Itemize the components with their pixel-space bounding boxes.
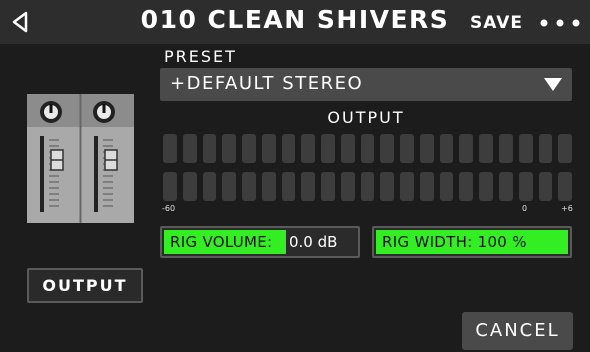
preset-label: PRESET (164, 47, 237, 66)
meter-segment (558, 134, 573, 163)
meter-segment (380, 134, 395, 163)
meter-segment (321, 172, 335, 201)
meter-segment (538, 134, 553, 163)
save-button[interactable]: SAVE (470, 13, 523, 33)
meter-segment (242, 134, 256, 163)
meter-segment (459, 134, 474, 163)
meter-segment (301, 172, 316, 201)
rig-width-label: RIG WIDTH: 100 % (382, 233, 527, 251)
rig-width-field[interactable]: RIG WIDTH: 100 % (372, 226, 572, 258)
meter-segment (380, 172, 395, 201)
output-button[interactable]: OUTPUT (27, 268, 143, 303)
meter-segment (518, 134, 533, 163)
meter-segment (538, 172, 553, 201)
dropdown-arrow-icon (544, 78, 562, 91)
meter-scale-zero: 0 (522, 204, 528, 213)
meter-segment (202, 134, 217, 163)
stereo-mixer-icon (27, 94, 134, 223)
meter-segment (360, 134, 375, 163)
meter-segment (321, 134, 335, 163)
meter-segment (261, 134, 276, 163)
meter-segment (281, 172, 296, 201)
meter-segment (182, 172, 197, 201)
meter-segment (261, 172, 276, 201)
meter-segment (419, 172, 434, 201)
rig-volume-value: 0.0 dB (289, 233, 338, 251)
rig-volume-field[interactable]: RIG VOLUME: 0.0 dB (160, 226, 360, 258)
preset-value: +DEFAULT STEREO (170, 73, 364, 94)
output-meter-left-channel (163, 134, 573, 163)
meter-segment (222, 172, 237, 201)
preset-dropdown[interactable]: +DEFAULT STEREO (160, 68, 572, 101)
meter-segment (301, 134, 316, 163)
meter-segment (499, 172, 513, 201)
meter-segment (518, 172, 533, 201)
header-bar: 010 CLEAN SHIVERS SAVE (0, 0, 590, 44)
meter-scale-min: -60 (162, 204, 176, 213)
meter-segment (400, 172, 414, 201)
meter-segment (400, 134, 414, 163)
meter-segment (439, 172, 454, 201)
meter-segment (222, 134, 237, 163)
meter-scale-max: +6 (561, 204, 573, 213)
meter-segment (182, 134, 197, 163)
meter-segment (439, 134, 454, 163)
meter-segment (459, 172, 474, 201)
output-meter-right-channel (163, 172, 573, 201)
meter-segment (242, 172, 256, 201)
meter-segment (419, 134, 434, 163)
cancel-button[interactable]: CANCEL (462, 312, 573, 350)
meter-segment (479, 134, 494, 163)
meter-segment (340, 172, 355, 201)
meter-segment (340, 134, 355, 163)
meter-segment (558, 172, 573, 201)
meter-segment (479, 172, 494, 201)
meter-segment (163, 134, 177, 163)
more-dots-icon[interactable] (540, 19, 580, 27)
rig-volume-label: RIG VOLUME: (170, 233, 273, 251)
meter-segment (281, 134, 296, 163)
output-meter-label: OUTPUT (327, 108, 405, 127)
meter-segment (499, 134, 513, 163)
meter-segment (360, 172, 375, 201)
meter-segment (163, 172, 177, 201)
meter-segment (202, 172, 217, 201)
